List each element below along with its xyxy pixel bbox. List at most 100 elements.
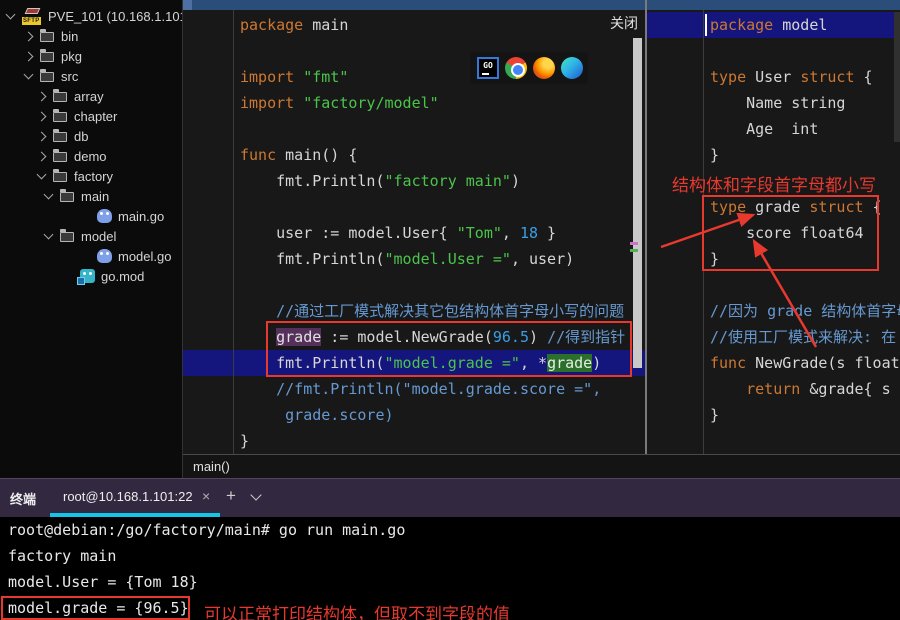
code-line[interactable]: fmt.Println("model.grade =", *grade): [183, 350, 645, 376]
tree-item-label: model.go: [118, 249, 171, 264]
terminal-output[interactable]: root@debian:/go/factory/main# go run mai…: [0, 517, 900, 620]
editor-top-strip: [183, 0, 900, 10]
code-line[interactable]: score float64: [647, 220, 900, 246]
gofile-icon: [97, 209, 112, 223]
code-line[interactable]: package model: [647, 12, 900, 38]
tree-item[interactable]: demo: [0, 146, 182, 166]
left-editor-scrollbar[interactable]: [633, 38, 642, 368]
tree-item[interactable]: pkg: [0, 46, 182, 66]
tree-item-label: pkg: [61, 49, 82, 64]
new-terminal-icon[interactable]: +: [226, 486, 236, 506]
code-line[interactable]: grade := model.NewGrade(96.5) //得到指针: [183, 324, 645, 350]
folder-icon: [53, 172, 67, 182]
chevron-down-icon[interactable]: [44, 230, 54, 240]
folder-icon: [53, 112, 67, 122]
tree-item[interactable]: chapter: [0, 106, 182, 126]
tree-item-label: src: [61, 69, 78, 84]
code-line[interactable]: return &grade{ s }: [647, 376, 900, 402]
terminal-tab-close-icon[interactable]: ×: [202, 488, 210, 504]
gutter-separator-right: [703, 10, 704, 454]
chevron-right-icon[interactable]: [37, 151, 47, 161]
tree-item-label: main.go: [118, 209, 164, 224]
code-line[interactable]: fmt.Println("factory main"): [183, 168, 645, 194]
folder-icon: [40, 52, 54, 62]
code-line[interactable]: fmt.Println("model.User =", user): [183, 246, 645, 272]
terminal-dropdown-icon[interactable]: [250, 489, 261, 500]
right-editor-scrollbar[interactable]: [894, 12, 900, 142]
terminal-tab[interactable]: root@10.168.1.101:22: [63, 489, 193, 504]
tree-item[interactable]: src: [0, 66, 182, 86]
terminal-header: 终端 root@10.168.1.101:22 × +: [0, 478, 900, 517]
chevron-down-icon[interactable]: [44, 190, 54, 200]
code-line[interactable]: [647, 272, 900, 298]
ide-window: SFTPPVE_101 (10.168.1.101/w bin pkg src arra…: [0, 0, 900, 620]
code-line[interactable]: user := model.User{ "Tom", 18 }: [183, 220, 645, 246]
chevron-right-icon[interactable]: [24, 51, 34, 61]
editor-split-divider[interactable]: [645, 0, 647, 478]
code-line[interactable]: type User struct {: [647, 64, 900, 90]
tree-item[interactable]: array: [0, 86, 182, 106]
firefox-icon[interactable]: [533, 57, 555, 79]
code-line[interactable]: import "factory/model": [183, 90, 645, 116]
code-line[interactable]: [183, 272, 645, 298]
code-line[interactable]: }: [647, 246, 900, 272]
tree-item[interactable]: main: [0, 186, 182, 206]
close-button[interactable]: 关闭: [610, 13, 638, 33]
code-line[interactable]: type grade struct {: [647, 194, 900, 220]
chevron-down-icon[interactable]: [37, 170, 47, 180]
code-line[interactable]: package main: [183, 12, 645, 38]
tree-item[interactable]: factory: [0, 166, 182, 186]
chevron-down-icon[interactable]: [24, 70, 34, 80]
breadcrumb[interactable]: main(): [193, 459, 230, 474]
scrollbar-change-mark-pink: [630, 242, 638, 245]
code-line[interactable]: func main() {: [183, 142, 645, 168]
tree-item-label: db: [74, 129, 88, 144]
folder-icon: [53, 152, 67, 162]
code-line[interactable]: }: [647, 142, 900, 168]
tree-item-label: PVE_101 (10.168.1.101/w: [48, 9, 182, 24]
chevron-right-icon[interactable]: [24, 31, 34, 41]
editor-pane-model-go[interactable]: package model type User struct { Name str…: [647, 10, 900, 454]
folder-icon: [60, 232, 74, 242]
tree-item[interactable]: go.mod: [0, 266, 182, 286]
terminal-line: factory main: [0, 543, 900, 569]
tree-item-label: main: [81, 189, 109, 204]
gofile-icon: [97, 249, 112, 263]
tree-item-label: demo: [74, 149, 107, 164]
chevron-right-icon[interactable]: [37, 131, 47, 141]
code-line[interactable]: }: [647, 402, 900, 428]
code-line[interactable]: //fmt.Println("model.grade.score =",: [183, 376, 645, 402]
code-line[interactable]: //因为 grade 结构体首字母: [647, 298, 900, 324]
code-line[interactable]: [183, 194, 645, 220]
chrome-icon[interactable]: [505, 57, 527, 79]
code-line[interactable]: [647, 168, 900, 194]
gomod-icon: [80, 269, 95, 283]
gutter-separator-left: [233, 10, 234, 454]
code-line[interactable]: Age int: [647, 116, 900, 142]
code-line[interactable]: //通过工厂模式解决其它包结构体首字母小写的问题: [183, 298, 645, 324]
tree-item[interactable]: main.go: [0, 206, 182, 226]
code-line[interactable]: //使用工厂模式来解决: 在 g: [647, 324, 900, 350]
chevron-right-icon[interactable]: [37, 111, 47, 121]
editor-top-strip-indicator: [183, 0, 192, 10]
code-line[interactable]: Name string: [647, 90, 900, 116]
tree-item-label: model: [81, 229, 116, 244]
code-line[interactable]: [647, 38, 900, 64]
tree-item[interactable]: model.go: [0, 246, 182, 266]
tree-item-label: bin: [61, 29, 78, 44]
folder-icon: [53, 92, 67, 102]
code-line[interactable]: func NewGrade(s float6: [647, 350, 900, 376]
tree-item-label: array: [74, 89, 104, 104]
tree-item[interactable]: db: [0, 126, 182, 146]
chevron-right-icon[interactable]: [37, 91, 47, 101]
tree-item[interactable]: model: [0, 226, 182, 246]
code-line[interactable]: }: [183, 428, 645, 454]
chevron-down-icon[interactable]: [6, 10, 16, 20]
goland-icon[interactable]: GO: [477, 57, 499, 79]
tree-item[interactable]: SFTPPVE_101 (10.168.1.101/w: [0, 6, 182, 26]
code-line[interactable]: [183, 116, 645, 142]
code-line[interactable]: grade.score): [183, 402, 645, 428]
edge-icon[interactable]: [561, 57, 583, 79]
code-area-right: package model type User struct { Name str…: [647, 12, 900, 428]
tree-item[interactable]: bin: [0, 26, 182, 46]
